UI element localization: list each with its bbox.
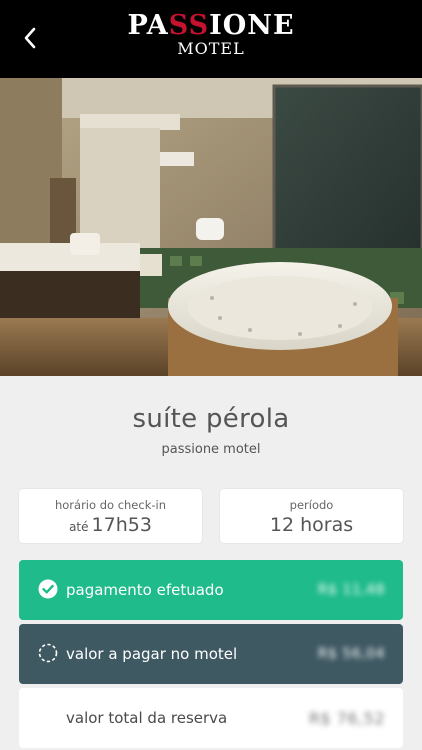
payment-total-row: valor total da reserva R$ 76,52	[19, 688, 403, 748]
motel-name: passione motel	[161, 442, 261, 457]
total-label: valor total da reserva	[66, 709, 228, 727]
suite-photo	[0, 78, 422, 376]
due-label: valor a pagar no motel	[66, 645, 238, 663]
due-amount: R$ 56,04	[317, 646, 385, 662]
suite-name: suíte pérola	[132, 404, 290, 434]
checkin-label: horário do check-in	[54, 498, 166, 512]
app-header: PASSIONE MOTEL	[0, 0, 422, 78]
period-value: 12 horas	[269, 514, 354, 536]
period-card: período 12 horas	[220, 489, 403, 543]
passione-motel-logo: PASSIONE MOTEL	[127, 10, 295, 58]
total-amount: R$ 76,52	[308, 708, 385, 728]
period-label: período	[289, 498, 334, 512]
checkin-card: horário do check-in até 17h53	[19, 489, 202, 543]
checkin-time: 17h53	[91, 514, 152, 536]
payment-paid-row: pagamento efetuado R$ 11,48	[19, 560, 403, 620]
checkin-prefix: até	[69, 520, 89, 534]
check-circle-icon	[38, 579, 58, 599]
paid-label: pagamento efetuado	[66, 581, 224, 599]
payment-due-row: valor a pagar no motel R$ 56,04	[19, 624, 403, 684]
dashed-circle-icon	[38, 643, 58, 663]
paid-amount: R$ 11,48	[317, 582, 385, 598]
